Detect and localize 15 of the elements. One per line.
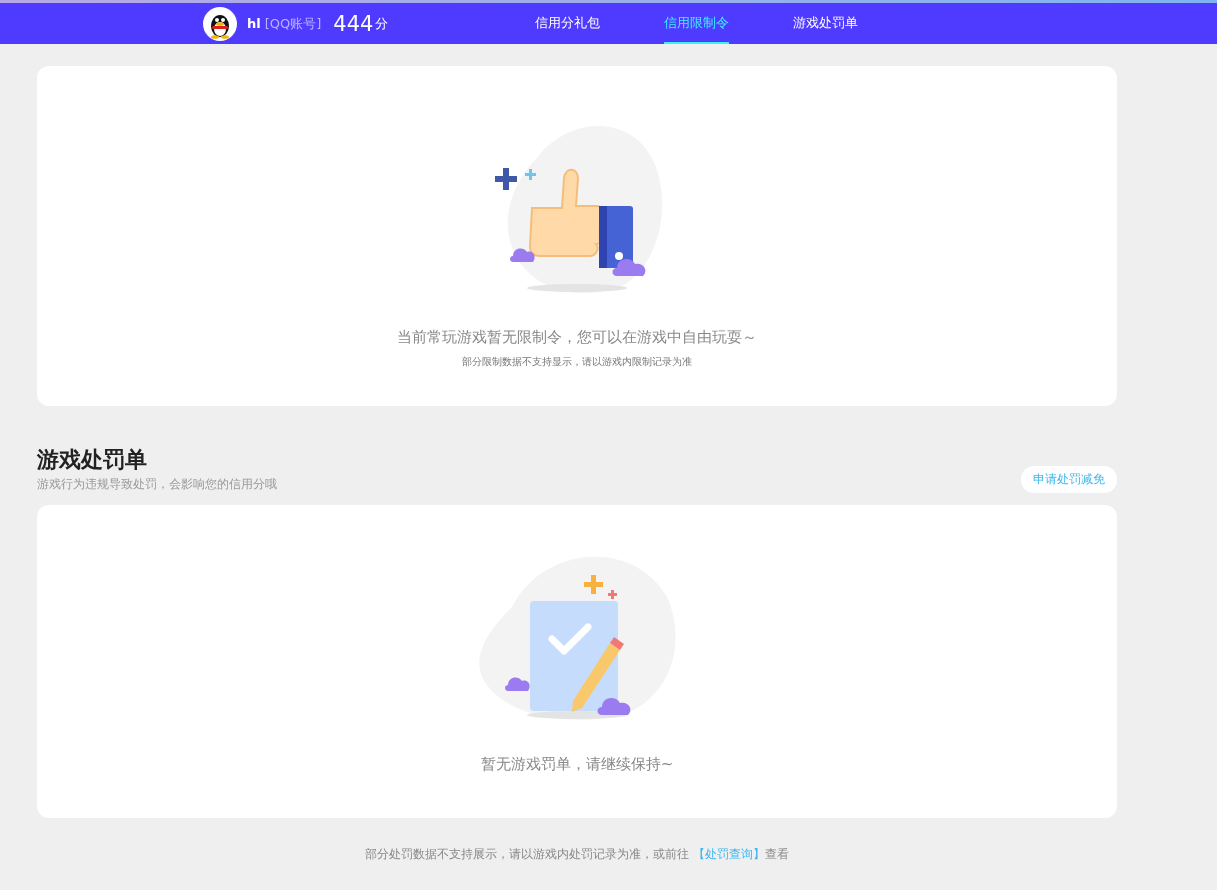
nav-tab[interactable]: 信用分礼包 (535, 3, 600, 44)
section-subtitle: 游戏行为违规导致处罚，会影响您的信用分哦 (37, 476, 277, 493)
credit-score: 444 (333, 11, 374, 36)
penguin-avatar-icon (203, 6, 237, 41)
empty-message: 当前常玩游戏暂无限制令，您可以在游戏中自由玩耍～ (397, 328, 757, 347)
footer-note: 部分处罚数据不支持展示，请以游戏内处罚记录为准，或前往 【处罚查询】查看 (364, 846, 790, 863)
nav-tab[interactable]: 游戏处罚单 (793, 3, 858, 44)
nav-tab[interactable]: 信用限制令 (664, 3, 729, 44)
restriction-note: 部分限制数据不支持显示，请以游戏内限制记录为准 (462, 355, 692, 369)
username: hl (247, 16, 261, 31)
apply-reduction-button[interactable]: 申请处罚减免 (1021, 466, 1117, 493)
section-title: 游戏处罚单 (37, 446, 148, 474)
empty-message: 暂无游戏罚单，请继续保持~ (480, 755, 674, 774)
score-unit: 分 (375, 14, 389, 33)
account-type: [QQ账号] (264, 14, 322, 33)
